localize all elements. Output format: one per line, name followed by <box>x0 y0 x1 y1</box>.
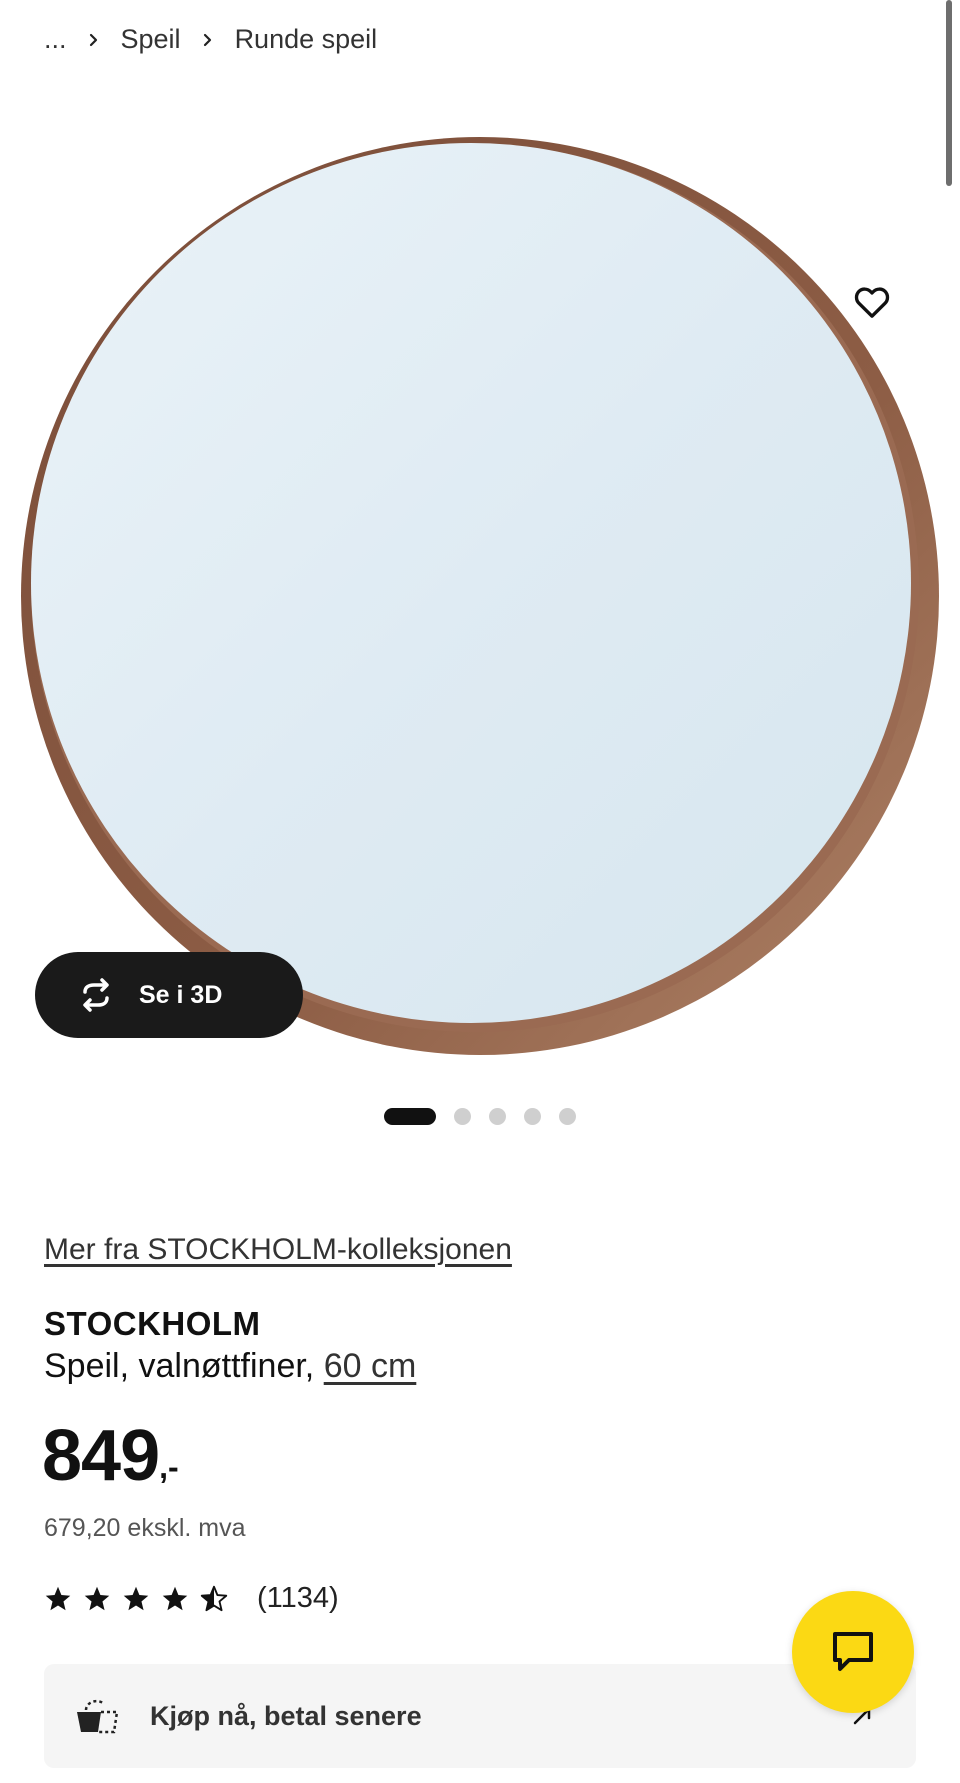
chat-icon <box>833 1632 873 1671</box>
collection-link[interactable]: Mer fra STOCKHOLM-kolleksjonen <box>44 1233 512 1267</box>
breadcrumb-item-speil[interactable]: Speil <box>121 24 181 55</box>
product-description: Speil, valnøttfiner, 60 cm <box>44 1347 416 1386</box>
product-image-mirror <box>21 137 939 1055</box>
product-description-text: Speil, valnøttfiner, <box>44 1347 315 1385</box>
pagination-dot[interactable] <box>454 1108 471 1125</box>
pagination-dot[interactable] <box>489 1108 506 1125</box>
basket-icon <box>77 1699 119 1734</box>
pagination-dot[interactable] <box>559 1108 576 1125</box>
buy-now-pay-later-label: Kjøp nå, betal senere <box>150 1700 422 1731</box>
heart-outline-icon <box>854 287 890 318</box>
pagination-dot[interactable] <box>524 1108 541 1125</box>
product-rating[interactable]: (1134) <box>44 1582 339 1615</box>
gallery-pagination <box>384 1108 594 1125</box>
size-link[interactable]: 60 cm <box>324 1347 417 1385</box>
star-icon <box>162 1586 188 1610</box>
star-half-icon <box>200 1585 228 1611</box>
product-name: STOCKHOLM <box>44 1305 261 1342</box>
view-3d-button[interactable]: Se i 3D <box>35 952 303 1038</box>
breadcrumb-item-runde-speil[interactable]: Runde speil <box>235 24 378 55</box>
breadcrumb: ... Speil Runde speil <box>44 24 377 55</box>
price-amount: 849 <box>42 1416 160 1496</box>
chevron-right-icon <box>87 33 101 47</box>
star-icon <box>123 1586 149 1610</box>
price-excluding-vat: 679,20 ekskl. mva <box>44 1514 246 1542</box>
star-icon <box>45 1586 71 1610</box>
chat-button[interactable] <box>792 1591 914 1713</box>
rotate-3d-icon <box>73 972 119 1018</box>
product-price: 849 ,- <box>42 1420 179 1492</box>
chevron-right-icon <box>201 33 215 47</box>
favorite-button[interactable] <box>848 278 896 326</box>
price-suffix: ,- <box>159 1449 179 1485</box>
product-image-gallery[interactable]: Se i 3D <box>0 100 960 1080</box>
view-3d-label: Se i 3D <box>139 980 223 1009</box>
rating-count: (1134) <box>257 1582 339 1614</box>
buy-now-pay-later-button[interactable]: Kjøp nå, betal senere <box>44 1664 916 1768</box>
star-icon <box>84 1586 110 1610</box>
breadcrumb-ellipsis[interactable]: ... <box>44 24 67 55</box>
pagination-dot-active[interactable] <box>384 1108 436 1125</box>
